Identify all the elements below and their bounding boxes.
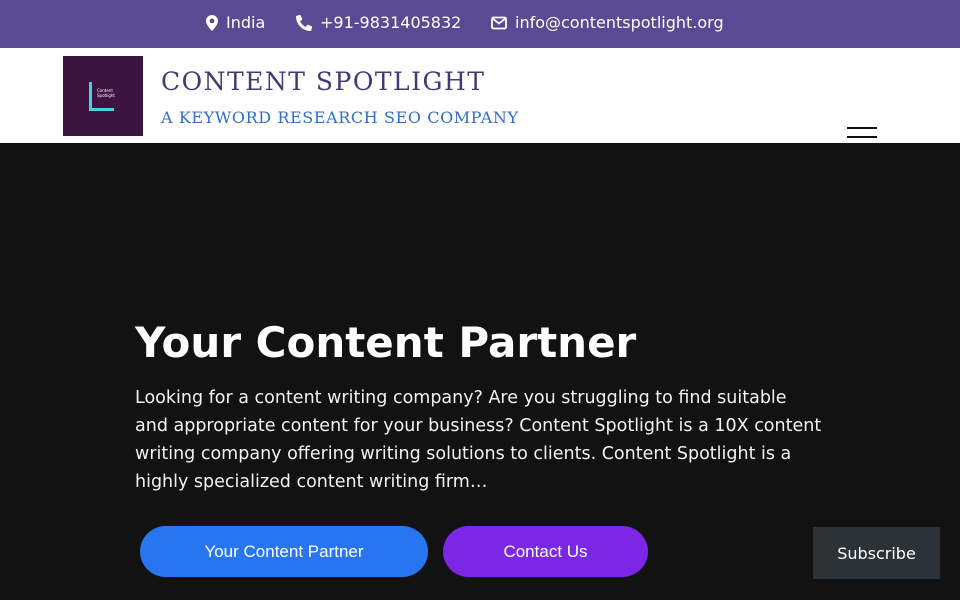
hamburger-line [847,127,877,129]
site-logo[interactable]: Content Spotlight [63,56,143,136]
email-text[interactable]: info@contentspotlight.org [515,13,724,32]
location-item: India [206,13,265,32]
site-header: Content Spotlight [0,48,960,147]
logo-text: Content Spotlight [97,88,115,98]
content-partner-button[interactable]: Your Content Partner [140,526,428,577]
top-contact-bar: India +91-9831405832 info@contentspotlig… [0,0,960,48]
phone-text[interactable]: +91-9831405832 [320,13,461,32]
email-item[interactable]: info@contentspotlight.org [491,13,724,32]
subscribe-button[interactable]: Subscribe [813,527,940,579]
contact-us-button[interactable]: Contact Us [443,526,648,577]
hero-title: Your Content Partner [135,318,637,367]
map-marker-icon [206,14,218,31]
site-title[interactable]: CONTENT SPOTLIGHT [161,67,485,96]
hero-description: Looking for a content writing company? A… [135,388,822,492]
hamburger-line [847,136,877,138]
phone-icon [296,14,312,31]
location-text: India [226,13,266,32]
phone-item[interactable]: +91-9831405832 [296,13,461,32]
site-tagline: A KEYWORD RESEARCH SEO COMPANY [161,108,519,127]
logo-text-line2: Spotlight [97,93,115,98]
envelope-icon [491,16,507,30]
